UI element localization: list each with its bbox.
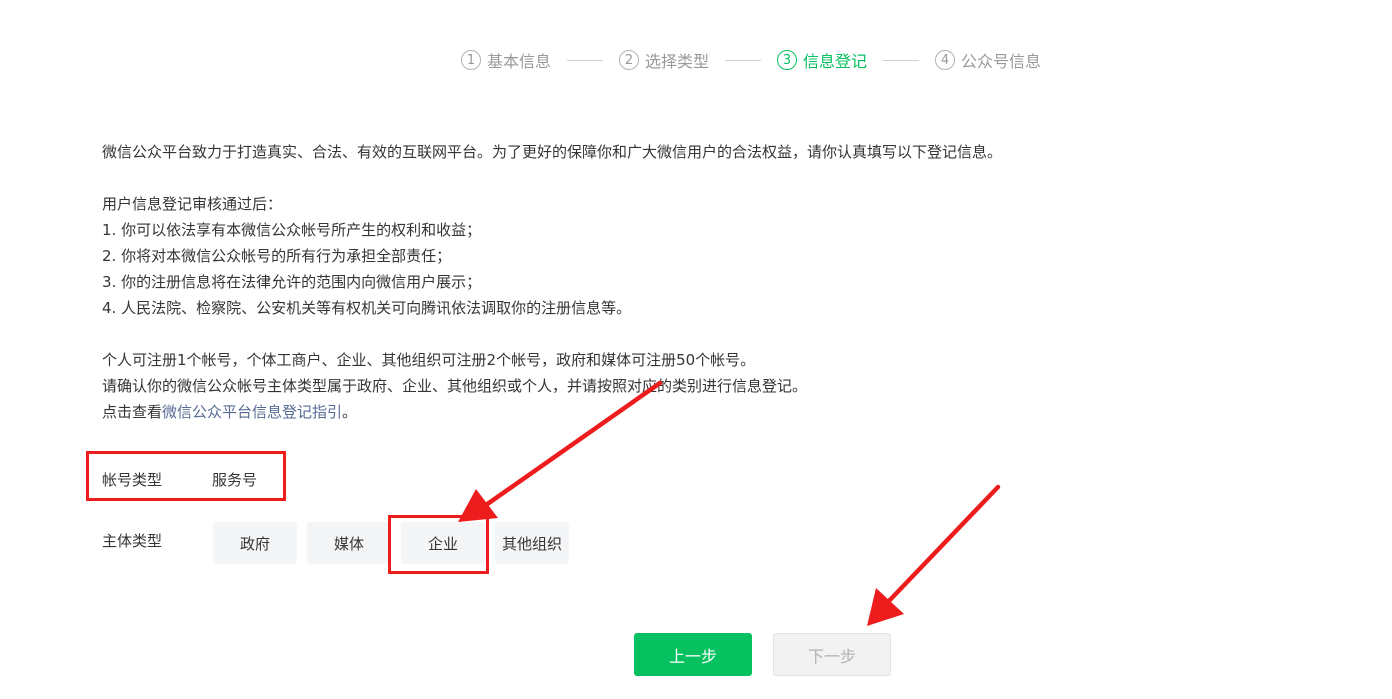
guide-suffix: 。 [342,403,358,421]
step-label: 选择类型 [645,52,710,71]
guide-prefix: 点击查看 [102,403,163,421]
registration-page: 1 基本信息 2 选择类型 3 信息登记 4 公众号信息 微信公众平台致力于打造… [0,0,1392,699]
step-divider [883,59,920,61]
step-label: 基本信息 [487,52,552,71]
step-select-type: 2 选择类型 [619,48,709,72]
subject-type-row: 主体类型 政府 媒体 企业 其他组织 [102,522,569,564]
intro-item: 1. 你可以依法享有本微信公众帐号所产生的权利和收益； [102,221,482,239]
intro-item: 3. 你的注册信息将在法律允许的范围内向微信用户展示； [102,273,482,291]
step-number-2: 2 [619,50,640,70]
intro-confirm: 请确认你的微信公众帐号主体类型属于政府、企业、其他组织或个人，并请按照对应的类别… [102,377,808,395]
account-type-value: 服务号 [212,470,258,489]
intro-limits: 个人可注册1个帐号，个体工商户、企业、其他组织可注册2个帐号，政府和媒体可注册5… [102,351,756,369]
step-divider [567,59,604,61]
account-type-row: 帐号类型 服务号 [102,465,257,493]
intro-item: 4. 人民法院、检察院、公安机关等有权机关可向腾讯依法调取你的注册信息等。 [102,299,632,317]
subject-option-other-org[interactable]: 其他组织 [495,522,569,564]
step-number-3: 3 [777,50,798,70]
account-type-label: 帐号类型 [102,470,163,489]
intro-text: 微信公众平台致力于打造真实、合法、有效的互联网平台。为了更好的保障你和广大微信用… [102,139,1252,425]
step-account-info: 4 公众号信息 [935,48,1041,72]
intro-paragraph: 微信公众平台致力于打造真实、合法、有效的互联网平台。为了更好的保障你和广大微信用… [102,143,1003,161]
subject-type-label: 主体类型 [102,532,163,550]
subject-option-enterprise[interactable]: 企业 [401,522,485,564]
intro-after-title: 用户信息登记审核通过后： [102,195,283,213]
next-step-button[interactable]: 下一步 [773,633,891,676]
intro-item: 2. 你将对本微信公众帐号的所有行为承担全部责任； [102,247,452,265]
step-label: 公众号信息 [961,52,1042,71]
step-label: 信息登记 [803,52,868,71]
step-divider [725,59,762,61]
guide-link[interactable]: 微信公众平台信息登记指引 [162,403,342,421]
arrow-to-next-button [867,484,1001,626]
step-number-1: 1 [461,50,481,70]
subject-option-media[interactable]: 媒体 [307,522,391,564]
progress-steps: 1 基本信息 2 选择类型 3 信息登记 4 公众号信息 [461,46,1041,74]
subject-option-government[interactable]: 政府 [213,522,297,564]
step-info-registration: 3 信息登记 [777,48,867,72]
step-basic-info: 1 基本信息 [461,48,551,72]
step-number-4: 4 [935,50,956,70]
subject-type-options: 政府 媒体 企业 其他组织 [213,522,569,564]
intro-guide: 点击查看微信公众平台信息登记指引。 [102,399,1252,425]
prev-step-button[interactable]: 上一步 [634,633,752,676]
